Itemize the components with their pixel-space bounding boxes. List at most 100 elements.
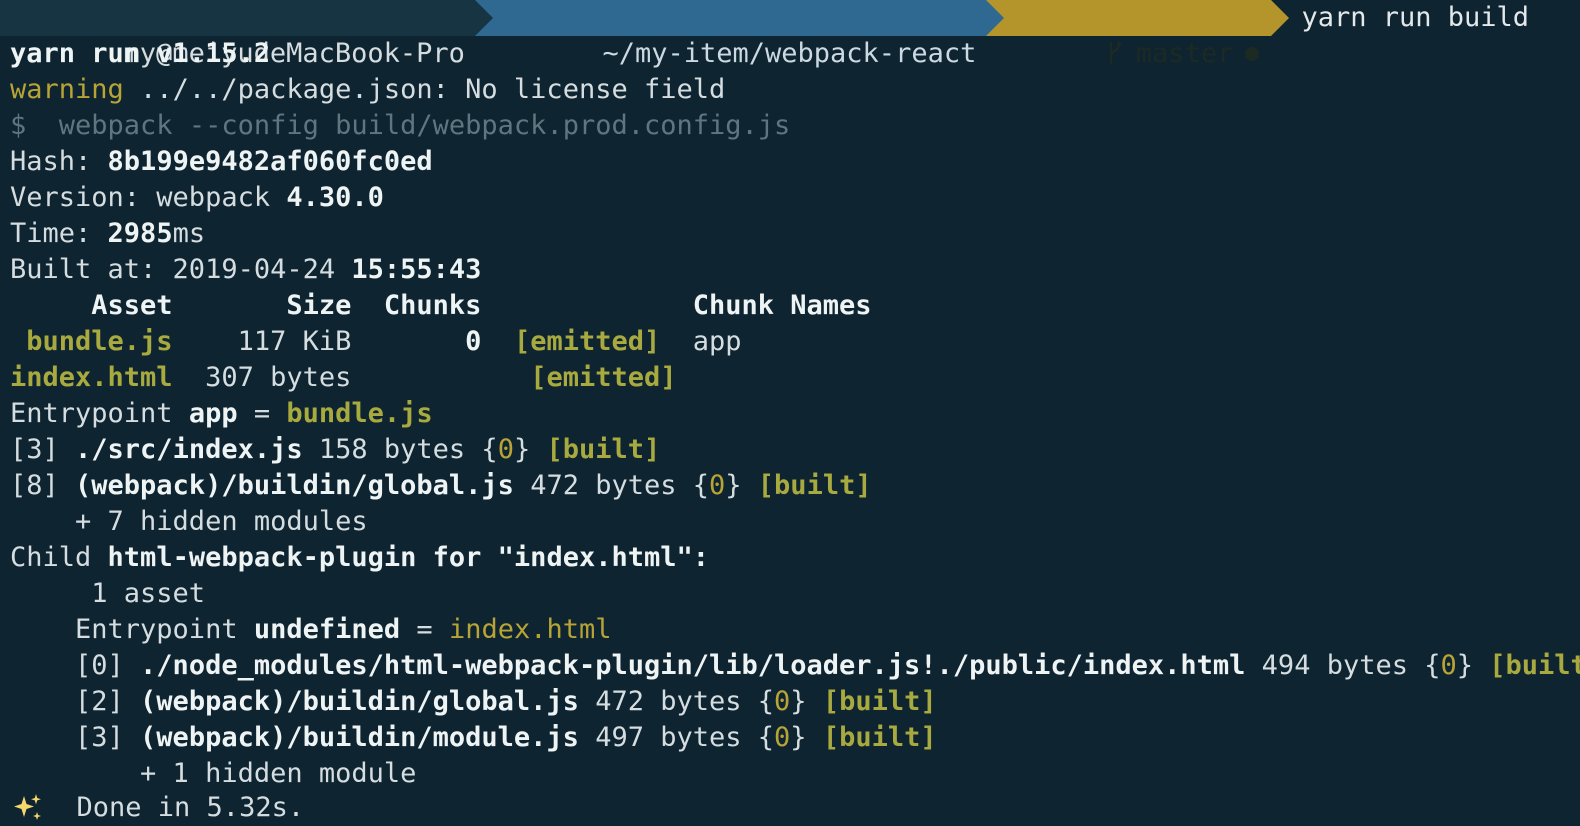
- hash-line: Hash: 8b199e9482af060fc0ed: [10, 144, 433, 180]
- header-chunk-names: Chunk Names: [481, 290, 872, 321]
- module-chunk: 0: [709, 470, 726, 501]
- entrypoint-label: Entrypoint: [10, 398, 189, 429]
- module-status: [built]: [546, 434, 661, 465]
- child-line: Child html-webpack-plugin for "index.htm…: [10, 540, 709, 576]
- module-size: 158 bytes {: [302, 434, 498, 465]
- header-asset: Asset: [10, 290, 173, 321]
- prompt-user-segment: my@meiyudeMacBook-Pro: [0, 0, 493, 69]
- yarn-version-line: yarn run v1.15.2: [10, 38, 271, 69]
- prompt-command: yarn run build: [1301, 2, 1530, 33]
- built-time: 15:55:43: [351, 254, 482, 285]
- module-id: [8]: [10, 470, 76, 501]
- current-path: ~/my-item/webpack-react: [602, 38, 977, 69]
- time-value: 2985: [107, 218, 173, 249]
- module-close: }: [790, 686, 823, 717]
- child-name: html-webpack-plugin for "index.html": [107, 542, 693, 573]
- module-status: [built]: [1489, 650, 1580, 681]
- built-label: Built at: 2019-04-24: [10, 254, 352, 285]
- module-close: }: [725, 470, 758, 501]
- module-line: [3] ./src/index.js 158 bytes {0} [built]: [10, 432, 660, 468]
- done-text: Done in 5.32s.: [44, 792, 305, 823]
- run-command-line: $ webpack --config build/webpack.prod.co…: [10, 108, 790, 144]
- module-chunk: 0: [497, 434, 514, 465]
- module-path: (webpack)/buildin/global.js: [140, 686, 579, 717]
- built-at-line: Built at: 2019-04-24 15:55:43: [10, 252, 481, 288]
- asset-chunks: [351, 362, 497, 393]
- version-line: Version: webpack 4.30.0: [10, 180, 384, 216]
- asset-size: 307 bytes: [172, 362, 352, 393]
- asset-status: [emitted]: [513, 326, 661, 357]
- prompt-git-segment: master: [986, 0, 1290, 69]
- module-close: }: [1456, 650, 1490, 681]
- done-line: Done in 5.32s.: [10, 790, 304, 826]
- child-entry-eq: =: [400, 614, 449, 645]
- segment-arrow: [1271, 0, 1290, 36]
- dollar-sign: $: [10, 110, 27, 141]
- terminal-window: my@meiyudeMacBook-Pro ~/my-item/webpack-…: [0, 0, 1580, 826]
- sparkles-icon: [14, 794, 41, 820]
- prompt-path-segment: ~/my-item/webpack-react: [474, 0, 1005, 69]
- asset-chunk-name: app: [692, 326, 742, 357]
- warning-line: warning ../../package.json: No license f…: [10, 72, 725, 108]
- warning-label: warning: [10, 74, 124, 105]
- time-line: Time: 2985ms: [10, 216, 205, 252]
- child-module-line: [2] (webpack)/buildin/global.js 472 byte…: [10, 684, 937, 720]
- child-entry-name: undefined: [253, 614, 401, 645]
- prompt-bar: my@meiyudeMacBook-Pro ~/my-item/webpack-…: [0, 0, 1530, 69]
- entrypoint-name: app: [188, 398, 238, 429]
- git-branch-icon: [1109, 41, 1122, 64]
- dirty-dot-icon: [1245, 47, 1260, 61]
- version-value: 4.30.0: [286, 182, 384, 213]
- module-chunk: 0: [774, 686, 791, 717]
- asset-chunks: 0: [351, 326, 482, 357]
- header-size: Size: [172, 290, 352, 321]
- time-unit: ms: [172, 218, 206, 249]
- child-entry-label: Entrypoint: [10, 614, 254, 645]
- hidden-modules-line: + 7 hidden modules: [10, 506, 368, 537]
- asset-table-header: Asset Size Chunks Chunk Names: [10, 288, 872, 324]
- module-status: [built]: [757, 470, 872, 501]
- module-size: 472 bytes {: [578, 686, 775, 717]
- child-colon: :: [692, 542, 710, 573]
- run-command: webpack --config build/webpack.prod.conf…: [26, 110, 791, 141]
- segment-arrow: [474, 0, 493, 36]
- module-status: [built]: [822, 686, 937, 717]
- module-id: [2]: [10, 686, 141, 717]
- module-size: 472 bytes {: [513, 470, 710, 501]
- module-close: }: [790, 722, 823, 753]
- module-chunk: 0: [1440, 650, 1457, 681]
- module-id: [3]: [10, 434, 76, 465]
- module-size: 497 bytes {: [578, 722, 775, 753]
- entrypoint-file: bundle.js: [286, 398, 433, 429]
- child-module-line: [3] (webpack)/buildin/module.js 497 byte…: [10, 720, 937, 756]
- time-label: Time:: [10, 218, 108, 249]
- child-module-line: [0] ./node_modules/html-webpack-plugin/l…: [10, 648, 1580, 684]
- module-close: }: [513, 434, 547, 465]
- child-assets-line: 1 asset: [10, 578, 206, 609]
- asset-size: 117 KiB: [172, 326, 352, 357]
- module-size: 494 bytes {: [1245, 650, 1441, 681]
- entrypoint-eq: =: [237, 398, 287, 429]
- asset-name: bundle.js: [10, 326, 173, 357]
- module-chunk: 0: [774, 722, 791, 753]
- child-hidden-line: + 1 hidden module: [10, 758, 417, 789]
- module-id: [0]: [10, 650, 141, 681]
- segment-arrow: [986, 0, 1005, 36]
- warning-text: ../../package.json: No license field: [123, 74, 726, 105]
- entrypoint-line: Entrypoint app = bundle.js: [10, 396, 433, 432]
- module-path: (webpack)/buildin/global.js: [75, 470, 514, 501]
- module-path: ./node_modules/html-webpack-plugin/lib/l…: [140, 650, 1246, 681]
- hash-label: Hash:: [10, 146, 108, 177]
- child-entry-file: index.html: [448, 614, 612, 645]
- asset-row: bundle.js 117 KiB 0 [emitted] app: [10, 324, 742, 360]
- asset-status: [emitted]: [530, 362, 677, 393]
- child-label: Child: [10, 542, 108, 573]
- module-id: [3]: [10, 722, 141, 753]
- hash-value: 8b199e9482af060fc0ed: [107, 146, 433, 177]
- module-path: ./src/index.js: [75, 434, 303, 465]
- header-chunks: Chunks: [351, 290, 482, 321]
- module-line: [8] (webpack)/buildin/global.js 472 byte…: [10, 468, 872, 504]
- child-entrypoint-line: Entrypoint undefined = index.html: [10, 612, 612, 648]
- module-status: [built]: [822, 722, 937, 753]
- branch-name: master: [1135, 38, 1234, 69]
